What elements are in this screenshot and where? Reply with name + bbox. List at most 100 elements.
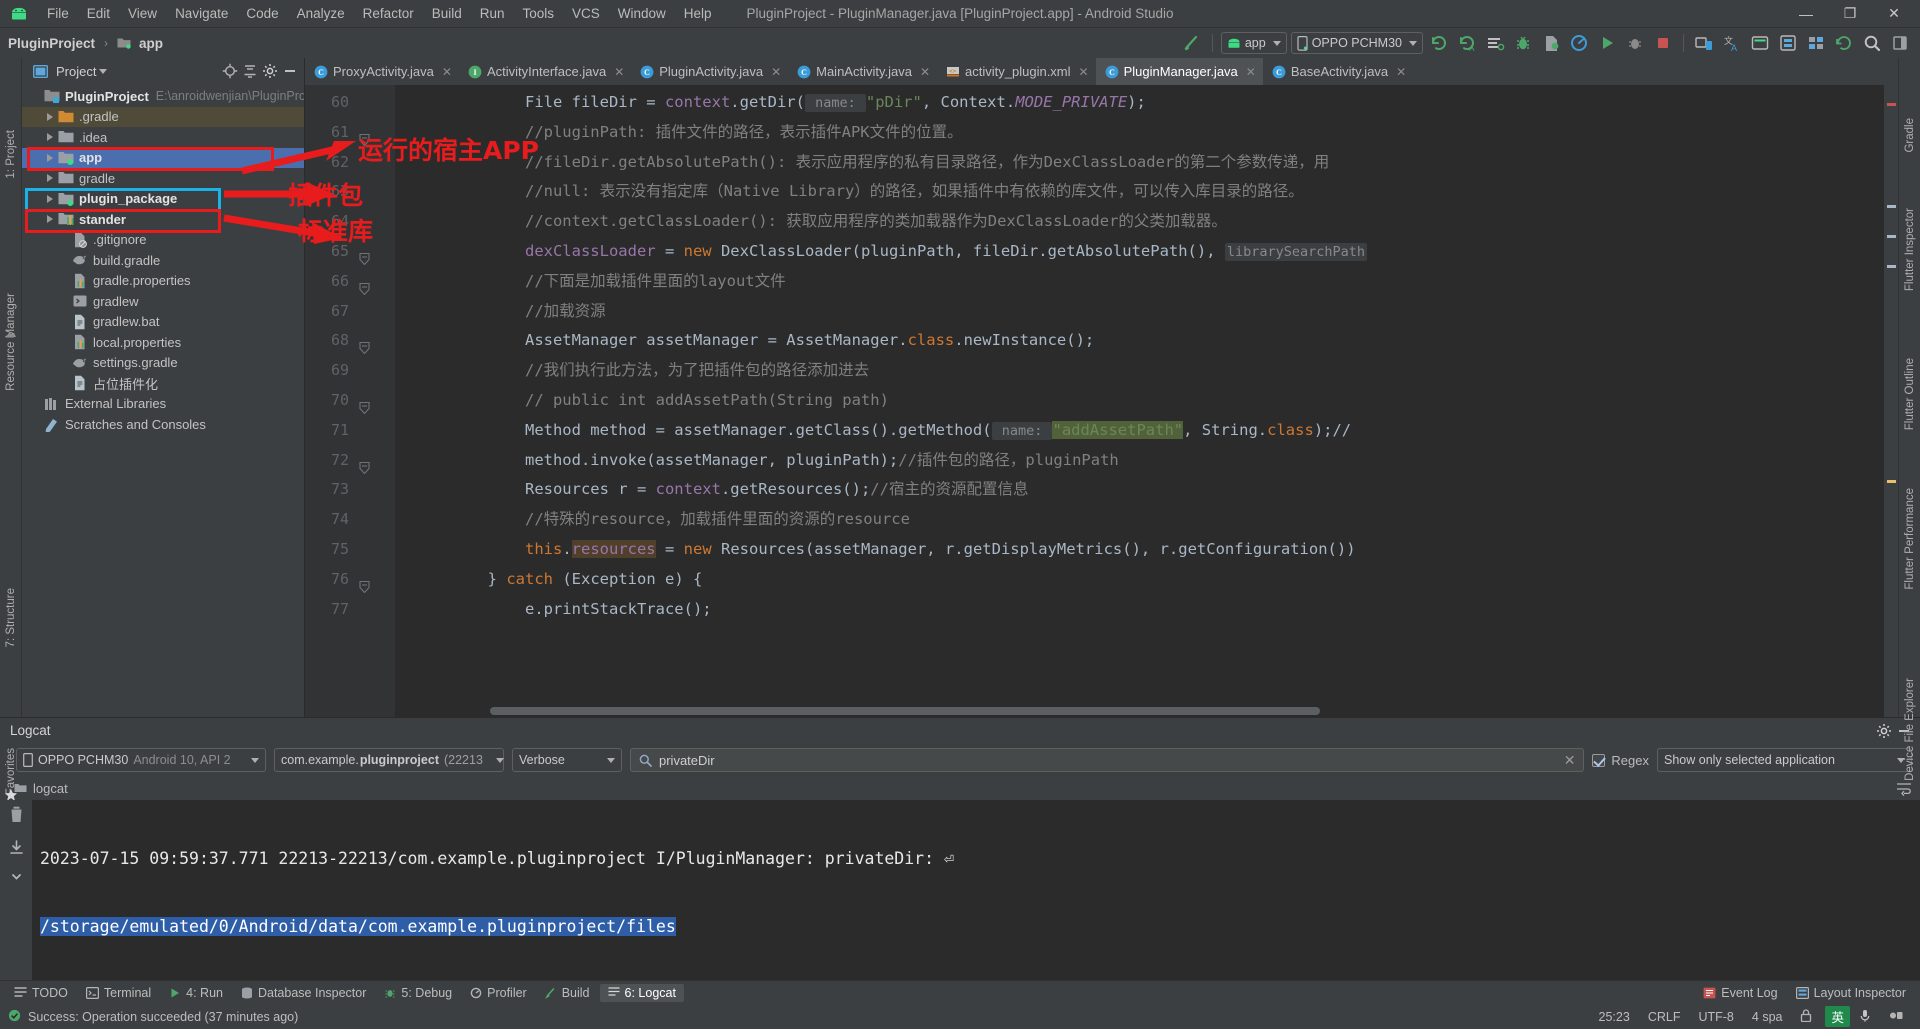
tree-row-app[interactable]: app xyxy=(22,147,304,168)
menu-help[interactable]: Help xyxy=(675,4,721,23)
code-line[interactable]: Resources r = context.getResources();//宿… xyxy=(395,475,1884,505)
tree-row-gradle[interactable]: gradle xyxy=(22,168,304,189)
logcat-device-selector[interactable]: OPPO PCHM30 Android 10, API 2 xyxy=(16,748,266,772)
stop-icon[interactable] xyxy=(1651,31,1675,55)
tool-database-inspector[interactable]: Database Inspector xyxy=(233,984,374,1002)
line-number[interactable]: 72 xyxy=(305,446,395,476)
tree-row-gradlew[interactable]: gradlew xyxy=(22,291,304,312)
gear-icon[interactable] xyxy=(1874,721,1894,741)
expand-arrow-icon[interactable] xyxy=(42,174,58,183)
logcat-search-input[interactable]: privateDir ✕ xyxy=(630,748,1585,772)
device-selector[interactable]: OPPO PCHM30 xyxy=(1290,32,1423,54)
code-line[interactable]: e.printStackTrace(); xyxy=(395,595,1884,625)
close-tab-icon[interactable]: ✕ xyxy=(442,65,452,79)
close-tab-icon[interactable]: ✕ xyxy=(1246,65,1256,79)
sync-all-icon[interactable] xyxy=(1832,31,1856,55)
tool-terminal[interactable]: Terminal xyxy=(78,984,159,1002)
code-line[interactable]: dexClassLoader = new DexClassLoader(plug… xyxy=(395,237,1884,267)
expand-arrow-icon[interactable] xyxy=(42,153,58,162)
logcat-level-selector[interactable]: Verbose xyxy=(512,748,622,772)
scroll-to-end-icon[interactable] xyxy=(9,840,24,858)
line-number[interactable]: 69 xyxy=(305,356,395,386)
clear-logcat-icon[interactable] xyxy=(9,806,24,826)
tool-build[interactable]: Build xyxy=(537,984,598,1002)
microphone-icon[interactable] xyxy=(1850,1009,1880,1025)
close-tab-icon[interactable]: ✕ xyxy=(614,65,624,79)
code-fold-icon[interactable] xyxy=(359,127,370,157)
editor-tab-proxyactivity-java[interactable]: C ProxyActivity.java ✕ xyxy=(305,58,459,85)
menu-code[interactable]: Code xyxy=(237,4,287,23)
code-line[interactable]: //pluginPath: 插件文件的路径，表示插件APK文件的位置。 xyxy=(395,118,1884,148)
translate-icon[interactable]: 文A xyxy=(1720,31,1744,55)
close-tab-icon[interactable]: ✕ xyxy=(1079,65,1089,79)
profiler-icon[interactable] xyxy=(1567,31,1591,55)
rail-item-flutter-inspector[interactable]: Flutter Inspector xyxy=(1904,208,1916,291)
line-number[interactable]: 74 xyxy=(305,505,395,535)
project-structure-icon[interactable] xyxy=(1804,31,1828,55)
logcat-process-selector[interactable]: com.example. pluginproject (22213 xyxy=(274,748,504,772)
settings-gear-icon[interactable] xyxy=(260,61,280,81)
editor-horizontal-scrollbar[interactable] xyxy=(395,707,1884,717)
layout-inspector-icon[interactable] xyxy=(1776,31,1800,55)
editor-gutter[interactable]: 60 61 62 63 64 65 66 67 68 69 70 71 72 73 74 75 76 77 xyxy=(305,85,395,717)
menu-run[interactable]: Run xyxy=(471,4,514,23)
code-fold-icon[interactable] xyxy=(359,455,370,485)
editor-tab-bar[interactable]: C ProxyActivity.java ✕ I ActivityInterface.j… xyxy=(305,58,1898,85)
editor-tab-mainactivity-java[interactable]: C MainActivity.java ✕ xyxy=(788,58,937,85)
line-number[interactable]: 63 xyxy=(305,177,395,207)
code-line[interactable]: //下面是加载插件里面的layout文件 xyxy=(395,267,1884,297)
stretch-icon[interactable] xyxy=(1888,31,1912,55)
debug-bug-icon[interactable] xyxy=(1511,31,1535,55)
line-number[interactable]: 70 xyxy=(305,386,395,416)
tree-row-scratches-and-consoles[interactable]: Scratches and Consoles xyxy=(22,414,304,435)
tree-row-gradle[interactable]: .gradle xyxy=(22,106,304,127)
code-line[interactable]: //加载资源 xyxy=(395,297,1884,327)
editor-tab-pluginmanager-java[interactable]: C PluginManager.java ✕ xyxy=(1095,58,1263,85)
project-tree[interactable]: PluginProject E:\anroidwenjian\PluginProj… xyxy=(22,84,304,717)
code-fold-icon[interactable] xyxy=(359,335,370,365)
chevron-down-icon[interactable] xyxy=(99,68,108,74)
editor-marker-bar[interactable] xyxy=(1884,85,1898,717)
close-button[interactable]: ✕ xyxy=(1874,1,1914,27)
minimize-button[interactable]: — xyxy=(1786,1,1826,27)
expand-arrow-icon[interactable] xyxy=(42,133,58,142)
tree-row-gradlew-bat[interactable]: gradlew.bat xyxy=(22,312,304,333)
indent-setting[interactable]: 4 spa xyxy=(1743,1010,1792,1024)
run-icon[interactable] xyxy=(1595,31,1619,55)
line-number[interactable]: 71 xyxy=(305,416,395,446)
scrollbar-thumb[interactable] xyxy=(490,707,1320,715)
editor-tab-pluginactivity-java[interactable]: C PluginActivity.java ✕ xyxy=(631,58,788,85)
tool-profiler[interactable]: Profiler xyxy=(462,984,535,1002)
hammer-icon[interactable] xyxy=(1180,31,1204,55)
tree-row-stander[interactable]: stander xyxy=(22,209,304,230)
rail-item-structure[interactable]: 7: Structure xyxy=(5,588,17,647)
layout-inspector-button[interactable]: Layout Inspector xyxy=(1788,984,1914,1002)
clear-icon[interactable]: ✕ xyxy=(1564,752,1576,769)
expand-arrow-icon[interactable] xyxy=(42,194,58,203)
code-fold-icon[interactable] xyxy=(359,395,370,425)
line-number[interactable]: 67 xyxy=(305,297,395,327)
code-line[interactable]: //fileDir.getAbsolutePath(): 表示应用程序的私有目录… xyxy=(395,148,1884,178)
menu-view[interactable]: View xyxy=(119,4,166,23)
code-line[interactable]: AssetManager assetManager = AssetManager… xyxy=(395,326,1884,356)
tree-row-idea[interactable]: .idea xyxy=(22,127,304,148)
code-line[interactable]: File fileDir = context.getDir( name: "pD… xyxy=(395,88,1884,118)
logcat-regex-toggle[interactable]: Regex xyxy=(1592,753,1649,768)
hide-panel-icon[interactable] xyxy=(280,61,300,81)
rail-item-resource-manager[interactable]: Resource Manager xyxy=(5,293,17,391)
line-number[interactable]: 64 xyxy=(305,207,395,237)
expand-icon[interactable] xyxy=(9,872,24,887)
tree-row-[interactable]: 占位插件化 xyxy=(22,373,304,394)
logcat-subtab-label[interactable]: logcat xyxy=(33,781,68,796)
code-fold-icon[interactable] xyxy=(359,276,370,306)
sync-gradle-icon[interactable] xyxy=(1427,31,1451,55)
line-number[interactable]: 76 xyxy=(305,565,395,595)
menu-vcs[interactable]: VCS xyxy=(563,4,609,23)
tree-row-gitignore[interactable]: .gitignore xyxy=(22,230,304,251)
rail-item-device-file-explorer[interactable]: Device File Explorer xyxy=(1904,678,1916,781)
code-line[interactable]: //特殊的resource，加载插件里面的资源的resource xyxy=(395,505,1884,535)
menu-navigate[interactable]: Navigate xyxy=(166,4,237,23)
search-everywhere-icon[interactable] xyxy=(1860,31,1884,55)
line-number[interactable]: 75 xyxy=(305,535,395,565)
code-line[interactable]: //context.getClassLoader(): 获取应用程序的类加载器作… xyxy=(395,207,1884,237)
